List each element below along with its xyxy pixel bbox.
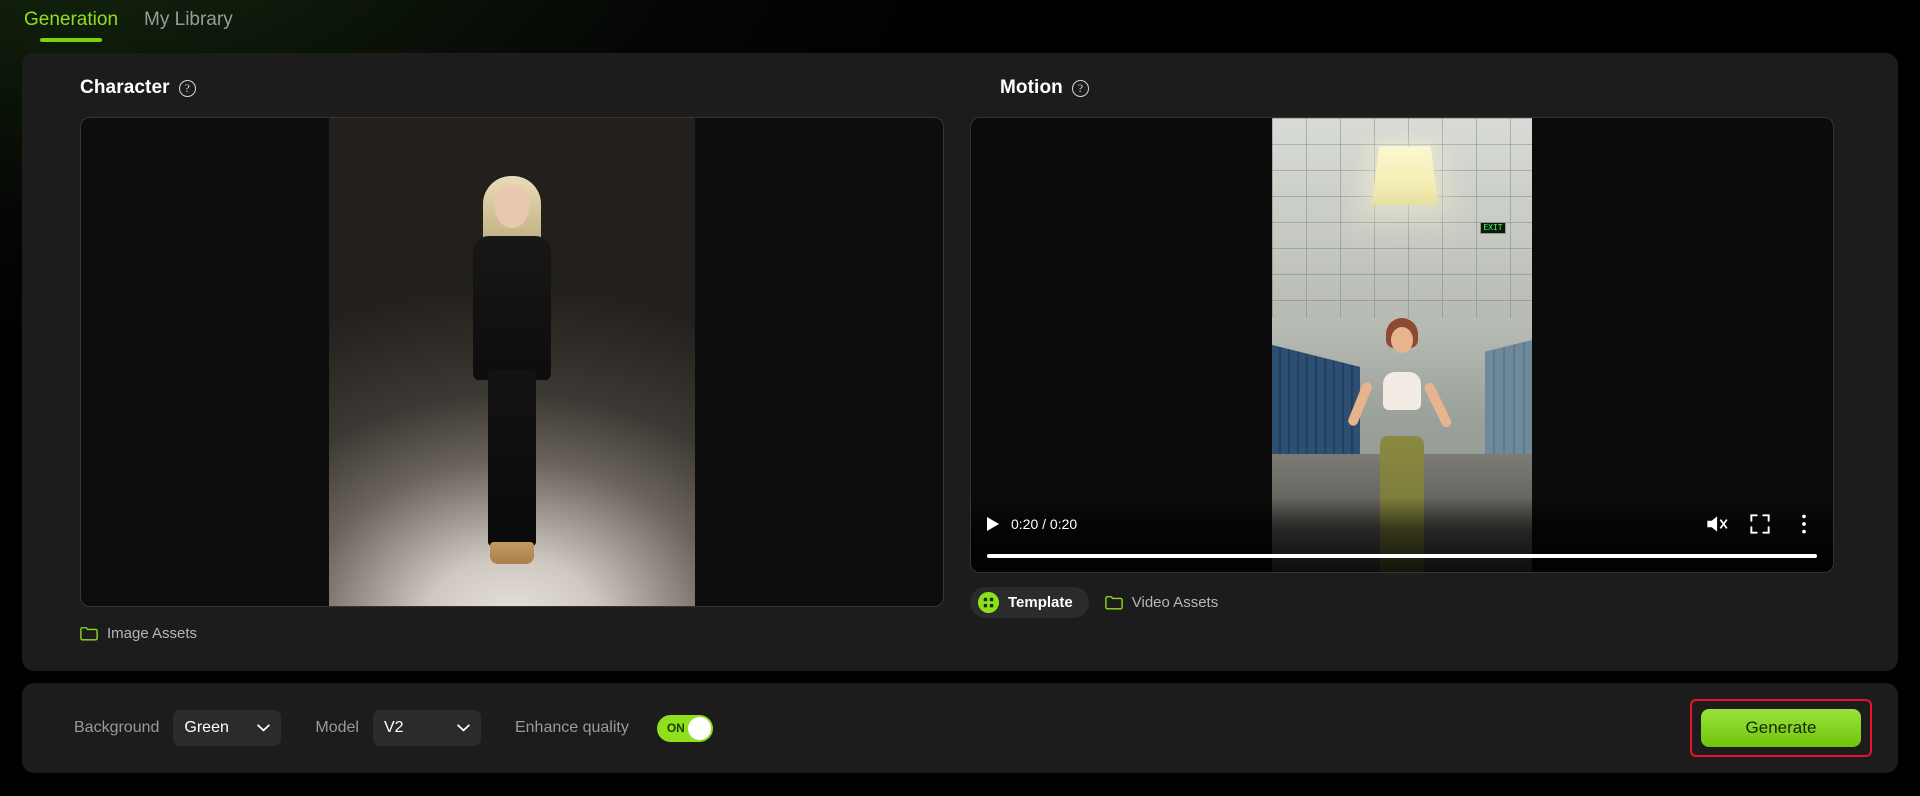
template-button[interactable]: Template	[970, 586, 1089, 618]
generate-button[interactable]: Generate	[1701, 709, 1861, 747]
motion-actions-row: Template Video Assets	[970, 586, 1870, 618]
folder-icon	[80, 626, 98, 640]
question-mark-circle-icon[interactable]: ?	[1071, 79, 1089, 97]
video-scrubber-fill	[987, 554, 1817, 558]
tab-my-library[interactable]: My Library	[142, 4, 235, 44]
video-controls-row: 0:20 / 0:20	[987, 510, 1817, 538]
enhance-quality-toggle[interactable]: ON	[656, 714, 713, 742]
motion-column: Motion ? EXIT 0:20 / 0:20 Template Video…	[960, 53, 1898, 671]
template-grid-icon	[978, 591, 999, 613]
video-time-display: 0:20 / 0:20	[1011, 516, 1078, 532]
video-scrubber[interactable]	[987, 554, 1817, 558]
image-assets-button[interactable]: Image Assets	[80, 625, 197, 642]
chevron-down-icon	[257, 724, 271, 732]
exit-sign: EXIT	[1480, 222, 1506, 235]
background-select[interactable]: Green	[173, 710, 282, 746]
motion-video-dropzone[interactable]: EXIT 0:20 / 0:20	[970, 117, 1834, 573]
toggle-knob	[687, 716, 711, 740]
enhance-quality-label: Enhance quality	[514, 719, 629, 736]
figure-torso	[473, 236, 551, 380]
figure-shoes	[490, 542, 534, 564]
character-assets-row: Image Assets	[80, 621, 932, 645]
figure-legs	[488, 370, 536, 546]
video-assets-label: Video Assets	[1131, 593, 1219, 611]
model-select-value: V2	[383, 719, 404, 736]
video-controls-bar: 0:20 / 0:20	[971, 498, 1833, 572]
enhance-quality-state: ON	[666, 721, 685, 735]
more-options-icon[interactable]	[1791, 511, 1817, 537]
background-label: Background	[74, 719, 160, 736]
character-column: Character ? Image Assets	[22, 53, 960, 671]
generate-button-highlight: Generate	[1690, 699, 1872, 757]
toon-face	[1391, 326, 1413, 353]
background-select-value: Green	[184, 719, 229, 736]
bottom-control-bar: Background Green Model V2 Enhance qualit…	[22, 683, 1898, 773]
video-assets-button[interactable]: Video Assets	[1104, 593, 1219, 611]
character-section-header: Character ?	[80, 71, 932, 105]
model-label: Model	[315, 719, 359, 736]
tab-generation[interactable]: Generation	[22, 4, 120, 44]
character-preview-image	[329, 118, 695, 606]
tab-generation-label: Generation	[24, 9, 119, 30]
motion-title: Motion	[1000, 77, 1063, 98]
ceiling-light	[1371, 146, 1439, 205]
image-assets-label: Image Assets	[107, 624, 198, 642]
model-select[interactable]: V2	[372, 710, 481, 746]
motion-section-header: Motion ?	[1000, 71, 1870, 105]
toon-top	[1383, 372, 1421, 411]
main-panel: Character ? Image Assets Motion ? EXIT 0…	[22, 53, 1898, 671]
figure-face	[495, 184, 529, 228]
template-label: Template	[1008, 593, 1073, 611]
chevron-down-icon	[457, 724, 470, 732]
character-title: Character	[80, 77, 170, 98]
question-mark-circle-icon[interactable]: ?	[178, 79, 196, 97]
play-icon[interactable]	[987, 517, 999, 531]
fullscreen-icon[interactable]	[1747, 511, 1773, 537]
top-tab-bar: Generation My Library	[0, 0, 1920, 53]
folder-icon	[1104, 595, 1123, 609]
character-image-dropzone[interactable]	[80, 117, 944, 607]
tab-my-library-label: My Library	[144, 9, 233, 30]
muted-volume-icon[interactable]	[1703, 511, 1729, 537]
